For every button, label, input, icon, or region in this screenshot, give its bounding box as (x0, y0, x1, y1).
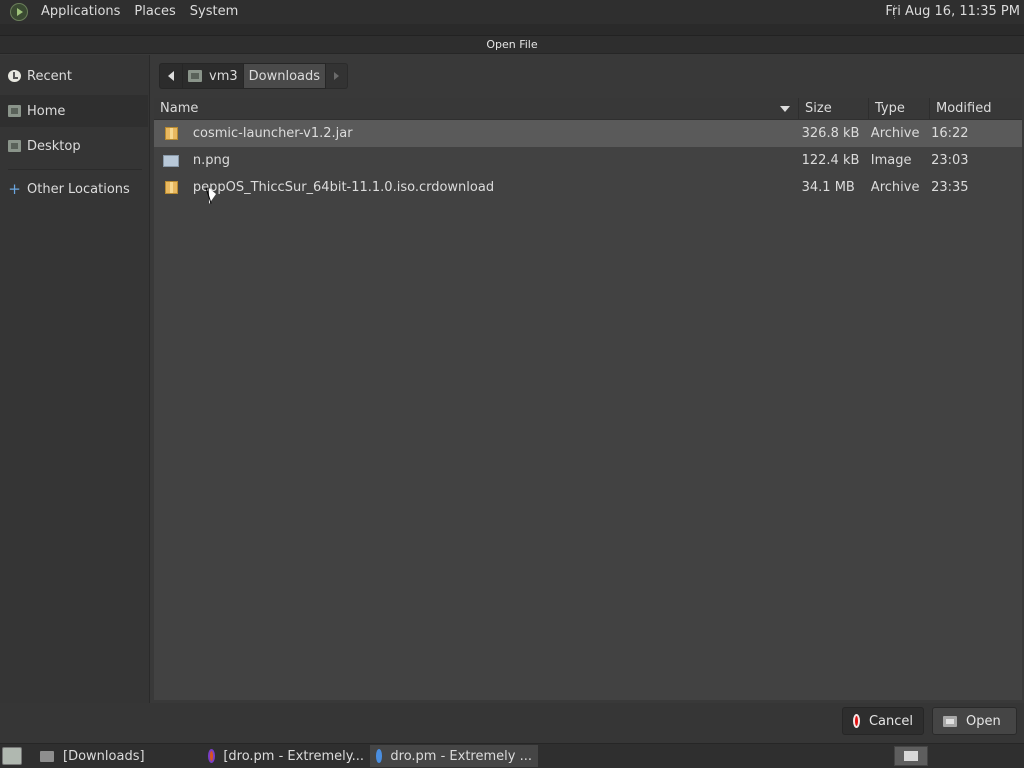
path-back-button[interactable] (159, 63, 183, 89)
file-size: 122.4 kB (801, 153, 860, 168)
path-segment-label: vm3 (209, 68, 238, 84)
file-size: 326.8 kB (801, 126, 860, 141)
menu-places[interactable]: Places (127, 0, 182, 24)
clock[interactable]: Fri Aug 16, 11:35 PM (885, 0, 1020, 24)
file-type: Archive (870, 180, 920, 195)
dialog-button-bar: Cancel Open (0, 703, 1024, 743)
folder-icon (40, 750, 54, 762)
sidebar-item-recent[interactable]: Recent (0, 60, 148, 92)
sidebar-item-desktop[interactable]: Desktop (0, 130, 148, 162)
file-size: 34.1 MB (801, 180, 855, 195)
task-label: dro.pm - Extremely ... (390, 748, 532, 764)
home-folder-icon (8, 105, 21, 117)
home-folder-icon (188, 70, 202, 82)
file-modified: 23:35 (931, 180, 969, 195)
file-name: peppOS_ThiccSur_64bit-11.1.0.iso.crdownl… (192, 180, 495, 195)
file-row[interactable]: cosmic-launcher-v1.2.jar 326.8 kB Archiv… (154, 120, 1022, 147)
file-list: Name Size Type Modified cosmic-launcher-… (154, 98, 1022, 700)
task-chrome[interactable]: dro.pm - Extremely ... (370, 745, 538, 767)
task-label: [Downloads] (63, 748, 145, 764)
sidebar-item-other-locations[interactable]: + Other Locations (0, 173, 148, 205)
archive-icon (165, 181, 178, 194)
archive-icon (165, 127, 178, 140)
sort-descending-icon (780, 106, 790, 112)
column-header-label: Name (160, 101, 199, 116)
sidebar-item-label: Recent (27, 68, 72, 84)
path-segment-vm3[interactable]: vm3 (183, 63, 244, 89)
column-header-size[interactable]: Size (799, 98, 869, 119)
cancel-button-label: Cancel (868, 713, 913, 729)
path-bar: vm3 Downloads (159, 62, 349, 90)
file-type: Image (870, 153, 912, 168)
places-sidebar: Recent Home Desktop + Other Locations (0, 55, 150, 703)
list-header: Name Size Type Modified (154, 98, 1022, 120)
sidebar-item-label: Home (27, 103, 66, 119)
desktop-folder-icon (8, 140, 21, 152)
menu-system[interactable]: System (183, 0, 245, 24)
task-label: [dro.pm - Extremely... (223, 748, 364, 764)
mouse-pointer-icon (209, 188, 216, 204)
distro-logo-icon[interactable] (10, 3, 28, 21)
open-folder-icon (943, 715, 957, 727)
file-type: Archive (870, 126, 920, 141)
image-icon (163, 154, 179, 167)
bottom-taskbar: [Downloads] [dro.pm - Extremely... dro.p… (0, 743, 1024, 768)
open-file-dialog: Open File Recent Home Desktop + Other Lo… (0, 36, 1024, 743)
show-desktop-icon[interactable] (2, 747, 22, 765)
path-segment-label: Downloads (248, 68, 321, 84)
path-segment-downloads[interactable]: Downloads (243, 63, 327, 89)
file-name: cosmic-launcher-v1.2.jar (192, 126, 353, 141)
sidebar-divider (8, 169, 142, 170)
file-row[interactable]: peppOS_ThiccSur_64bit-11.1.0.iso.crdownl… (154, 174, 1022, 201)
open-button[interactable]: Open (932, 707, 1017, 735)
column-header-name[interactable]: Name (154, 98, 799, 119)
path-forward-button[interactable] (326, 63, 349, 89)
background-window-strip (0, 24, 1024, 36)
task-downloads[interactable]: [Downloads] (34, 745, 202, 767)
file-row[interactable]: n.png 122.4 kB Image 23:03 (154, 147, 1022, 174)
firefox-icon (208, 749, 216, 763)
column-header-label: Size (805, 101, 832, 116)
plus-icon: + (8, 180, 21, 198)
column-header-modified[interactable]: Modified (930, 98, 1022, 119)
open-button-label: Open (966, 713, 1001, 729)
cancel-icon (853, 714, 860, 728)
sidebar-item-label: Desktop (27, 138, 81, 154)
sidebar-item-home[interactable]: Home (0, 95, 148, 127)
dialog-title: Open File (0, 36, 1024, 54)
column-header-type[interactable]: Type (869, 98, 930, 119)
sidebar-item-label: Other Locations (27, 181, 130, 197)
chrome-icon (376, 749, 383, 763)
column-header-label: Modified (936, 101, 992, 116)
file-modified: 16:22 (931, 126, 969, 141)
workspace-switcher[interactable] (894, 746, 928, 766)
cancel-button[interactable]: Cancel (842, 707, 924, 735)
clock-icon (8, 70, 21, 82)
file-modified: 23:03 (931, 153, 969, 168)
file-name: n.png (192, 153, 230, 168)
menu-applications[interactable]: Applications (34, 0, 127, 24)
column-header-label: Type (875, 101, 905, 116)
task-firefox[interactable]: [dro.pm - Extremely... (202, 745, 370, 767)
top-panel: Applications Places System Fri Aug 16, 1… (0, 0, 1024, 24)
